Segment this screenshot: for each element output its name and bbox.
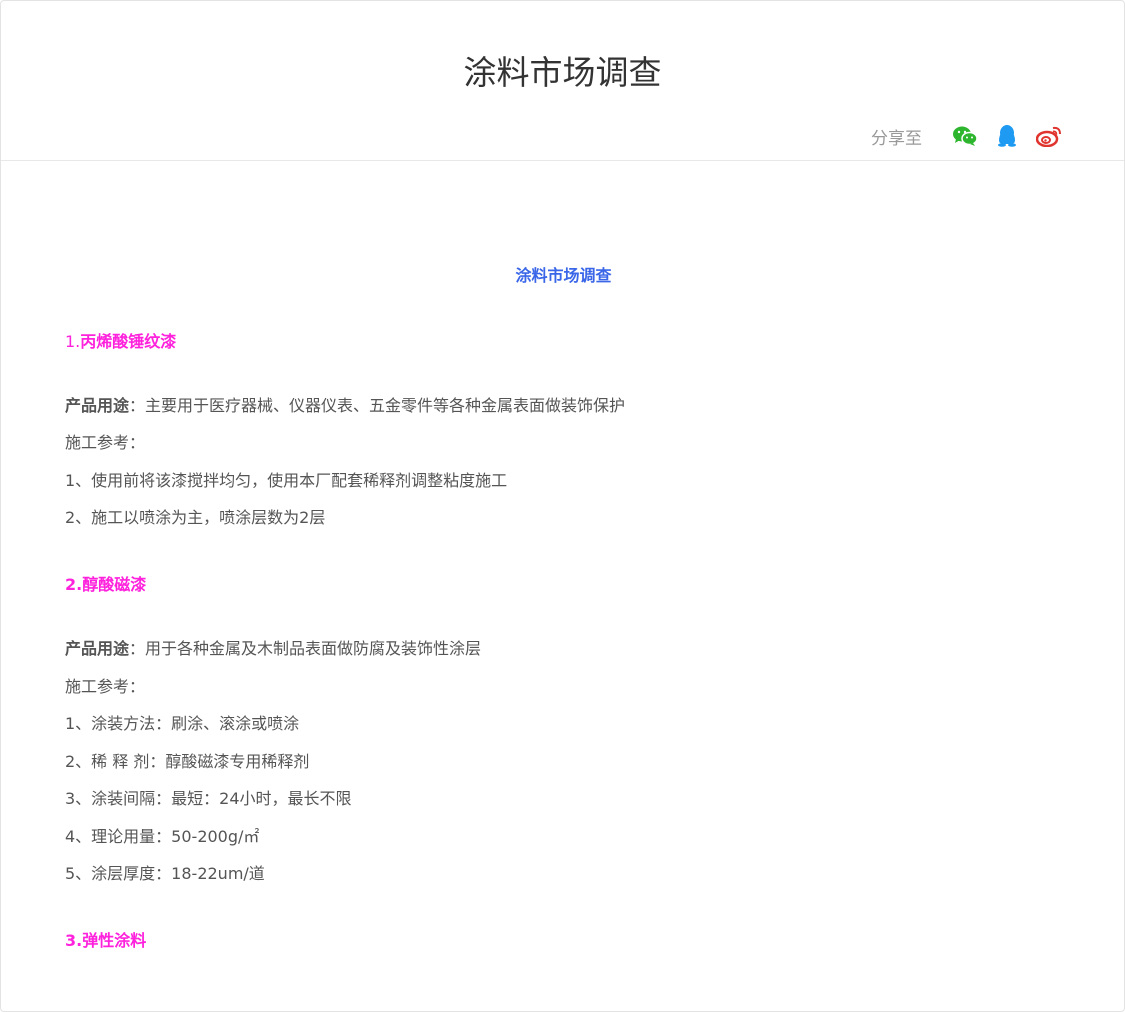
article-header: 涂料市场调查 分享至 xyxy=(1,1,1124,161)
article-frame: 涂料市场调查 分享至 涂料市场调查 1.丙烯酸锤纹漆 产品用途：主要用于医疗器械… xyxy=(0,0,1125,1012)
list-item: 1、使用前将该漆搅拌均匀，使用本厂配套稀释剂调整粘度施工 xyxy=(65,471,508,490)
section-heading: 1.丙烯酸锤纹漆 xyxy=(65,331,176,353)
section-number: 2. xyxy=(65,575,83,594)
guide-label: 施工参考： xyxy=(65,677,146,696)
list-item: 1、涂装方法：刷涂、滚涂或喷涂 xyxy=(65,714,300,733)
list-item: 2、施工以喷涂为主，喷涂层数为2层 xyxy=(65,508,326,527)
section-title: 醇酸磁漆 xyxy=(82,575,147,594)
section-number: 3. xyxy=(65,931,83,950)
list-item: 2、稀 释 剂：醇酸磁漆专用稀释剂 xyxy=(65,752,310,771)
list-item: 4、理论用量：50-200g/㎡ xyxy=(65,827,260,846)
usage-label: 产品用途 xyxy=(65,396,130,415)
usage-text: ：用于各种金属及木制品表面做防腐及装饰性涂层 xyxy=(129,639,482,658)
page-title: 涂料市场调查 xyxy=(463,53,662,92)
share-label: 分享至 xyxy=(871,128,922,149)
list-item: 3、涂装间隔：最短：24小时，最长不限 xyxy=(65,789,352,808)
section-title: 弹性涂料 xyxy=(82,931,147,950)
usage-line: 产品用途：用于各种金属及木制品表面做防腐及装饰性涂层 xyxy=(65,638,481,660)
usage-line: 产品用途：主要用于医疗器械、仪器仪表、五金零件等各种金属表面做装饰保护 xyxy=(65,395,625,417)
section-title: 丙烯酸锤纹漆 xyxy=(80,332,177,351)
usage-label: 产品用途 xyxy=(65,639,130,658)
article-subtitle: 涂料市场调查 xyxy=(515,266,612,285)
list-item: 5、涂层厚度：18-22um/道 xyxy=(65,864,265,883)
weibo-icon[interactable] xyxy=(1036,123,1062,149)
section-number: 1. xyxy=(65,332,81,351)
share-bar: 分享至 xyxy=(871,121,1062,151)
usage-text: ：主要用于医疗器械、仪器仪表、五金零件等各种金属表面做装饰保护 xyxy=(129,396,626,415)
wechat-icon[interactable] xyxy=(952,123,978,149)
section-heading: 3.弹性涂料 xyxy=(65,930,146,952)
guide-label: 施工参考： xyxy=(65,433,146,452)
qq-icon[interactable] xyxy=(994,123,1020,149)
section-heading: 2.醇酸磁漆 xyxy=(65,574,146,596)
